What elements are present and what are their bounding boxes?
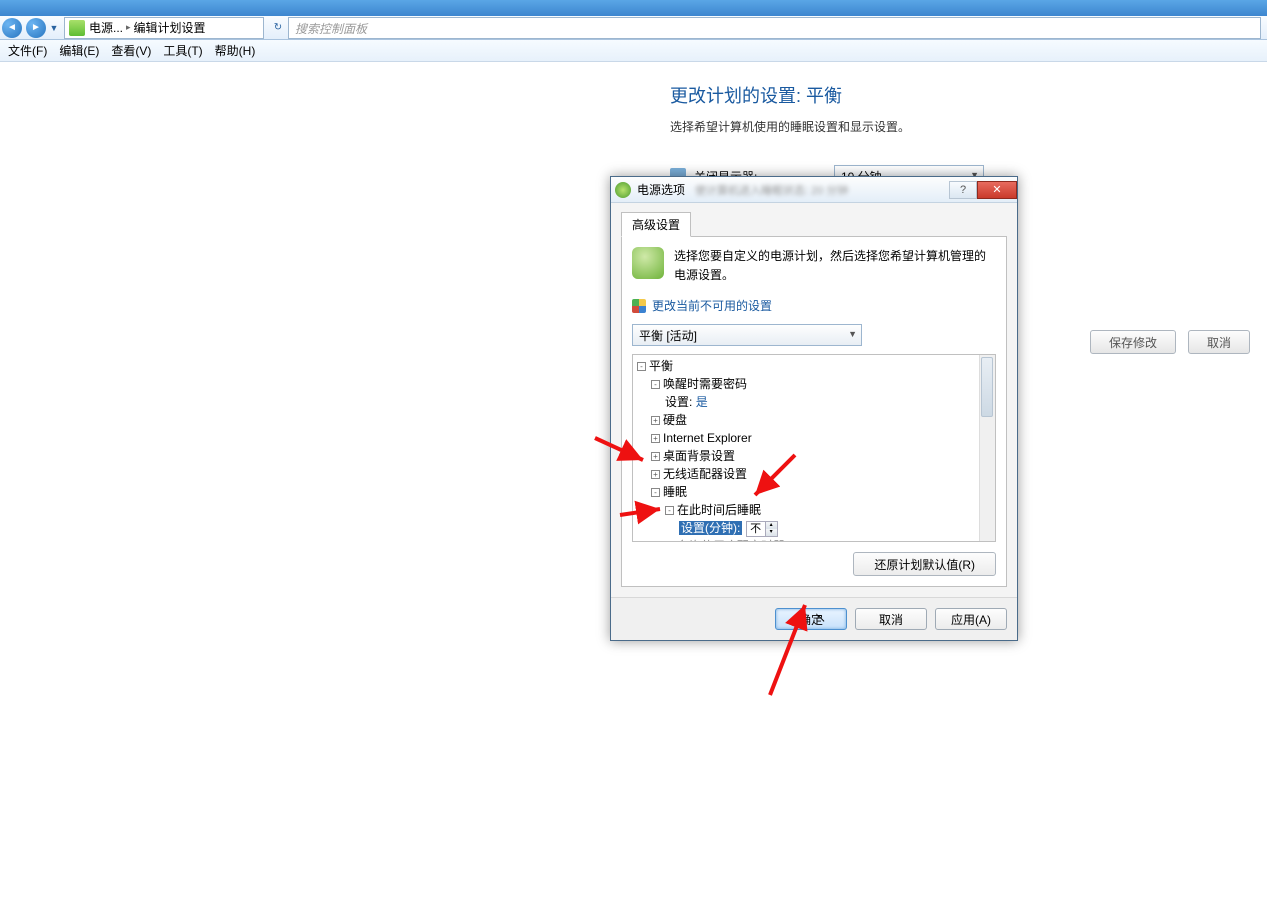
nav-back-button[interactable]: ◄ [2,18,22,38]
tree-desktop-bg[interactable]: +桌面背景设置 [637,447,991,465]
page-subtitle: 选择希望计算机使用的睡眠设置和显示设置。 [670,118,1267,135]
menu-edit[interactable]: 编辑(E) [53,40,105,61]
cancel-button[interactable]: 取消 [1188,330,1250,354]
expand-icon[interactable]: + [651,416,660,425]
dialog-cancel-button[interactable]: 取消 [855,608,927,630]
collapse-icon[interactable]: - [637,362,646,371]
tree-sleep-setting[interactable]: 设置(分钟): 不 ▴ ▾ [637,519,991,537]
apply-button[interactable]: 应用(A) [935,608,1007,630]
collapse-icon[interactable]: - [665,506,674,515]
dialog-description: 选择您要自定义的电源计划，然后选择您希望计算机管理的电源设置。 [674,247,996,285]
collapse-icon[interactable]: - [651,488,660,497]
tree-wake-password-setting[interactable]: 设置: 是 [637,393,991,411]
scrollbar-thumb[interactable] [981,357,993,417]
tabstrip: 高级设置 [621,211,1007,237]
dialog-footer: 确定 ↖ 取消 应用(A) [611,597,1017,640]
tree-scrollbar[interactable] [979,355,995,541]
power-icon [615,182,631,198]
breadcrumb-separator-icon: ▸ [126,22,131,33]
expand-icon[interactable]: + [651,452,660,461]
spinner-down-icon[interactable]: ▾ [765,529,777,536]
collapse-icon[interactable]: - [651,380,660,389]
setting-label-selected: 设置(分钟): [679,521,742,535]
expand-icon[interactable]: + [651,470,660,479]
menu-tools[interactable]: 工具(T) [157,40,208,61]
change-unavailable-link[interactable]: 更改当前不可用的设置 [632,297,996,314]
tree-sleep[interactable]: -睡眠 [637,483,991,501]
dialog-title: 电源选项 [637,181,685,198]
setting-value: 是 [696,395,708,409]
dialog-titlebar[interactable]: 电源选项 使计算机进入睡眠状态: 20 分钟 ? ✕ [611,177,1017,203]
search-input[interactable]: 搜索控制面板 [288,17,1261,39]
save-button[interactable]: 保存修改 [1090,330,1176,354]
plan-combo-value: 平衡 [活动] [639,329,697,343]
tree-wake-password[interactable]: -唤醒时需要密码 [637,375,991,393]
spinner-value[interactable]: 不 [747,522,765,536]
power-options-dialog: 电源选项 使计算机进入睡眠状态: 20 分钟 ? ✕ 高级设置 选择您要自定义的… [610,176,1018,641]
tab-pane: 选择您要自定义的电源计划，然后选择您希望计算机管理的电源设置。 更改当前不可用的… [621,237,1007,587]
help-button[interactable]: ? [949,181,977,199]
close-button[interactable]: ✕ [977,181,1017,199]
page-title: 更改计划的设置: 平衡 [670,82,1267,108]
nav-history-dropdown[interactable]: ▼ [48,23,60,33]
ok-button[interactable]: 确定 ↖ [775,608,847,630]
plan-combo[interactable]: 平衡 [活动] ▼ [632,324,862,346]
tree-hdd[interactable]: +硬盘 [637,411,991,429]
tree-ie[interactable]: +Internet Explorer [637,429,991,447]
tree-wireless[interactable]: +无线适配器设置 [637,465,991,483]
battery-leaf-icon [632,247,664,279]
window-titlebar [0,0,1267,16]
nav-forward-button[interactable]: ► [26,18,46,38]
settings-tree: -平衡 -唤醒时需要密码 设置: 是 +硬盘 +Internet Explore… [632,354,996,542]
menu-file[interactable]: 文件(F) [2,40,53,61]
expand-icon[interactable]: + [651,434,660,443]
tree-root[interactable]: -平衡 [637,357,991,375]
tree-allow-wake-timer[interactable]: +允许使用唤醒定时器 [637,537,991,542]
menu-view[interactable]: 查看(V) [105,40,157,61]
menubar: 文件(F) 编辑(E) 查看(V) 工具(T) 帮助(H) [0,40,1267,62]
blurred-background-text: 使计算机进入睡眠状态: 20 分钟 [695,182,949,198]
control-panel-icon [69,20,85,36]
explorer-navbar: ◄ ► ▼ 电源... ▸ 编辑计划设置 ↻ 搜索控制面板 [0,16,1267,40]
menu-help[interactable]: 帮助(H) [209,40,262,61]
breadcrumb-root[interactable]: 电源... [89,19,123,36]
minutes-spinner[interactable]: 不 ▴ ▾ [746,521,778,537]
tab-advanced[interactable]: 高级设置 [621,212,691,237]
breadcrumb-current[interactable]: 编辑计划设置 [134,19,206,36]
cursor-icon: ↖ [816,611,826,625]
shield-link-text: 更改当前不可用的设置 [652,297,772,314]
chevron-down-icon: ▼ [848,329,857,339]
breadcrumb[interactable]: 电源... ▸ 编辑计划设置 [64,17,264,39]
spinner-up-icon[interactable]: ▴ [765,522,777,529]
restore-defaults-button[interactable]: 还原计划默认值(R) [853,552,996,576]
setting-label: 设置: [665,395,692,409]
uac-shield-icon [632,299,646,313]
refresh-button[interactable]: ↻ [268,22,288,33]
tree-sleep-after[interactable]: -在此时间后睡眠 [637,501,991,519]
